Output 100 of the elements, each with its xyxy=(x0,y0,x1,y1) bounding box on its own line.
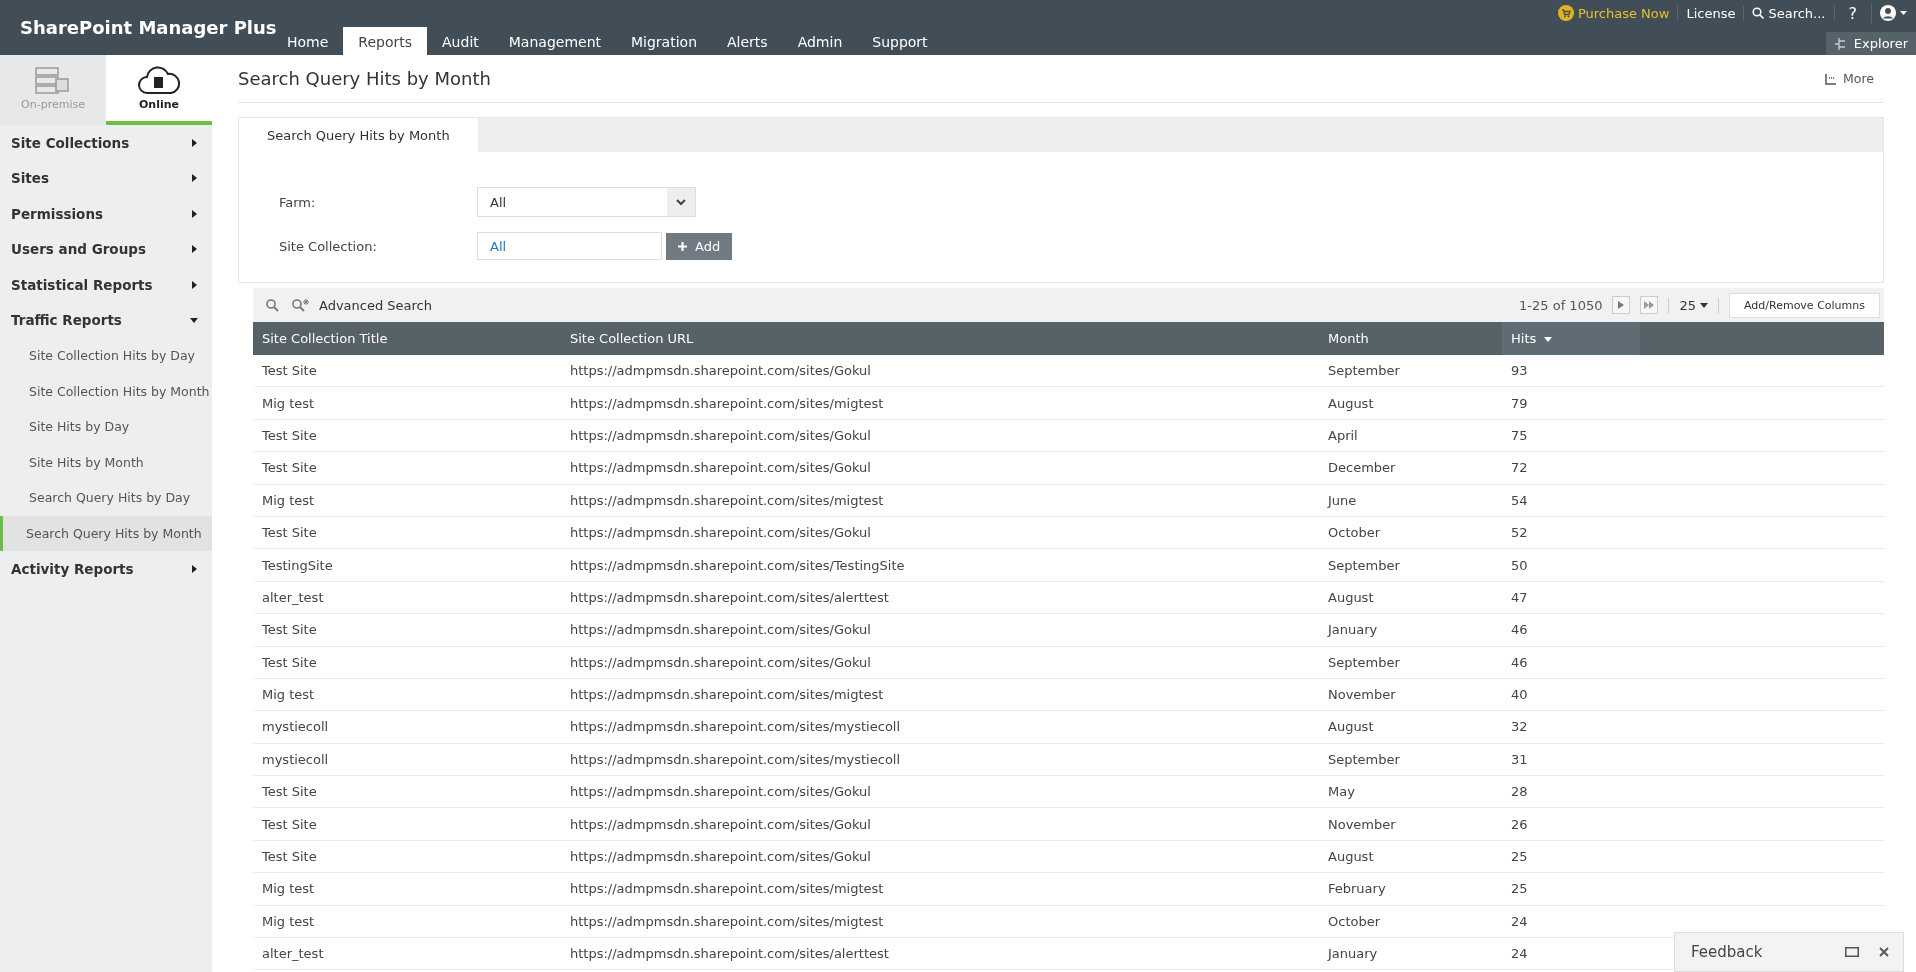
license-link[interactable]: License xyxy=(1678,5,1745,21)
nav-tab[interactable]: Audit xyxy=(427,27,494,55)
sidebar-category[interactable]: Traffic Reports xyxy=(0,302,212,338)
page-size-dropdown[interactable]: 25 xyxy=(1668,297,1719,313)
table-cell: Test Site xyxy=(253,807,561,841)
nav-tab[interactable]: Management xyxy=(493,27,616,55)
server-icon xyxy=(34,65,72,96)
purchase-link[interactable]: Purchase Now xyxy=(1549,5,1679,21)
column-header[interactable]: Month xyxy=(1319,322,1502,355)
sidebar-category[interactable]: Sites xyxy=(0,160,212,196)
table-cell: Mig test xyxy=(253,678,561,711)
table-cell: August xyxy=(1319,710,1502,744)
sidebar-category[interactable]: Permissions xyxy=(0,196,212,232)
table-cell: 47 xyxy=(1502,581,1640,614)
last-page-button[interactable] xyxy=(1640,296,1659,314)
search-link[interactable]: Search... xyxy=(1744,5,1835,21)
maximize-icon[interactable] xyxy=(1845,947,1859,957)
table-cell: Test Site xyxy=(253,646,561,679)
sidebar-category[interactable]: Site Collections xyxy=(0,125,212,161)
table-cell: October xyxy=(1319,905,1502,938)
page-title: Search Query Hits by Month xyxy=(238,68,492,89)
table-cell: mystiecoll xyxy=(253,743,561,776)
sidebar-item[interactable]: Site Collection Hits by Day xyxy=(0,338,212,374)
report-tab[interactable]: Search Query Hits by Month xyxy=(239,118,478,152)
nav-tab[interactable]: Support xyxy=(857,27,943,55)
table-cell: 52 xyxy=(1502,516,1640,549)
app-logo-text: SharePoint Manager Plus xyxy=(20,17,277,38)
sidebar-item[interactable]: Search Query Hits by Day xyxy=(0,480,212,516)
nav-tab[interactable]: Reports xyxy=(343,27,428,55)
close-icon[interactable] xyxy=(1879,947,1889,957)
table-cell: https://admpmsdn.sharepoint.com/sites/Gokul xyxy=(561,355,1319,387)
caret-right-icon xyxy=(190,174,198,183)
table-cell: Test Site xyxy=(253,451,561,485)
table-cell: TestingSite xyxy=(253,548,561,582)
table-cell: https://admpmsdn.sharepoint.com/sites/alerttest xyxy=(561,581,1319,614)
nav-tab[interactable]: Migration xyxy=(616,27,712,55)
more-button[interactable]: More xyxy=(1825,71,1884,86)
table-cell: https://admpmsdn.sharepoint.com/sites/migtest xyxy=(561,484,1319,517)
sidebar-item[interactable]: Site Collection Hits by Month xyxy=(0,373,212,409)
column-header[interactable]: Site Collection URL xyxy=(561,322,1319,355)
table-cell: https://admpmsdn.sharepoint.com/sites/TestingSite xyxy=(561,548,1319,582)
mode-tab[interactable]: Online xyxy=(106,55,212,125)
table-cell: August xyxy=(1319,386,1502,420)
nav-tab[interactable]: Alerts xyxy=(712,27,783,55)
sidebar-category[interactable]: Activity Reports xyxy=(0,551,212,587)
sidebar-category[interactable]: Statistical Reports xyxy=(0,267,212,303)
table-cell: 46 xyxy=(1502,646,1640,679)
column-header[interactable]: Hits xyxy=(1502,322,1640,355)
search-icon[interactable] xyxy=(265,297,281,313)
feedback-title: Feedback xyxy=(1691,943,1764,961)
column-header[interactable]: Site Collection Title xyxy=(253,322,561,355)
site-collection-field[interactable]: All xyxy=(477,232,662,260)
caret-right-icon xyxy=(190,245,198,254)
table-cell: Mig test xyxy=(253,905,561,938)
table-cell: September xyxy=(1319,548,1502,582)
user-avatar-icon xyxy=(1880,5,1908,21)
table-cell: https://admpmsdn.sharepoint.com/sites/migtest xyxy=(561,905,1319,938)
farm-dropdown[interactable]: All xyxy=(477,187,696,217)
table-cell: December xyxy=(1319,451,1502,485)
table-cell: https://admpmsdn.sharepoint.com/sites/Gokul xyxy=(561,613,1319,646)
table-cell: 24 xyxy=(1502,937,1640,970)
table-cell: 25 xyxy=(1502,840,1640,873)
cart-icon xyxy=(1557,5,1574,21)
add-button[interactable]: Add xyxy=(666,232,733,260)
sidebar-item[interactable]: Site Hits by Month xyxy=(0,444,212,480)
table-cell: 28 xyxy=(1502,775,1640,808)
table-cell: 40 xyxy=(1502,678,1640,711)
table-cell: Mig test xyxy=(253,872,561,906)
table-cell: May xyxy=(1319,775,1502,808)
advanced-search-button[interactable]: Advanced Search xyxy=(291,297,432,313)
filter-label: Site Collection: xyxy=(279,238,378,254)
table-cell: September xyxy=(1319,646,1502,679)
table-cell: Test Site xyxy=(253,355,561,387)
table-cell: https://admpmsdn.sharepoint.com/sites/Gokul xyxy=(561,775,1319,808)
sidebar-item[interactable]: Site Hits by Day xyxy=(0,409,212,445)
table-cell: Test Site xyxy=(253,613,561,646)
table-cell: 50 xyxy=(1502,548,1640,582)
add-remove-columns-button[interactable]: Add/Remove Columns xyxy=(1729,292,1880,318)
next-page-button[interactable] xyxy=(1612,296,1631,314)
table-cell: August xyxy=(1319,581,1502,614)
help-button[interactable]: ? xyxy=(1834,3,1872,23)
table-cell: February xyxy=(1319,872,1502,906)
table-cell: September xyxy=(1319,355,1502,387)
sidebar-category[interactable]: Users and Groups xyxy=(0,231,212,267)
caret-right-icon xyxy=(190,209,198,218)
table-cell: https://admpmsdn.sharepoint.com/sites/migtest xyxy=(561,678,1319,711)
table-cell: https://admpmsdn.sharepoint.com/sites/Gokul xyxy=(561,419,1319,452)
sidebar-item[interactable]: Search Query Hits by Month xyxy=(0,515,212,551)
table-cell: https://admpmsdn.sharepoint.com/sites/mystiecoll xyxy=(561,743,1319,776)
table-cell: 79 xyxy=(1502,386,1640,420)
sort-down-icon xyxy=(1544,337,1553,342)
explorer-button[interactable]: Explorer xyxy=(1825,32,1916,55)
table-cell: https://admpmsdn.sharepoint.com/sites/Gokul xyxy=(561,646,1319,679)
table-cell: https://admpmsdn.sharepoint.com/sites/mystiecoll xyxy=(561,710,1319,744)
table-cell: November xyxy=(1319,807,1502,841)
nav-tab[interactable]: Admin xyxy=(782,27,858,55)
table-cell: 25 xyxy=(1502,872,1640,906)
caret-right-icon xyxy=(190,138,198,147)
caret-down-icon xyxy=(190,316,198,325)
table-cell: https://admpmsdn.sharepoint.com/sites/Gokul xyxy=(561,840,1319,873)
